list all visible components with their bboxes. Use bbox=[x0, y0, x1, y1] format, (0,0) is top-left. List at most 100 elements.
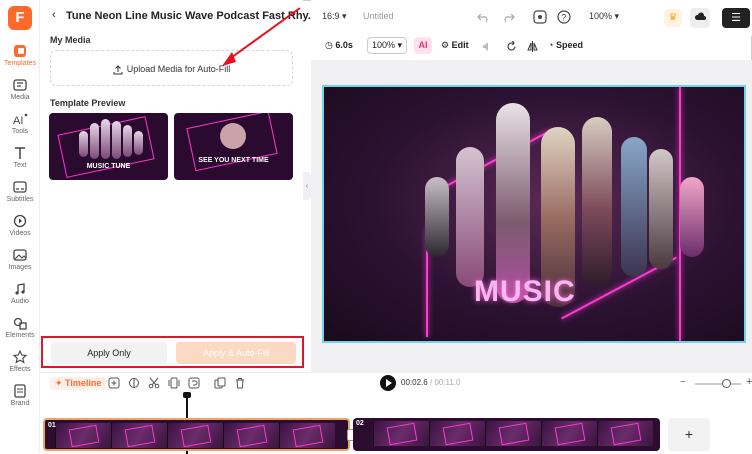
timeline-zoom-slider[interactable] bbox=[695, 383, 741, 385]
svg-text:?: ? bbox=[561, 13, 566, 23]
rail-item-text[interactable]: Text bbox=[0, 144, 40, 178]
aspect-ratio-select[interactable]: 16:9 ▾ bbox=[322, 11, 347, 22]
volume-icon[interactable] bbox=[482, 41, 493, 52]
rail-label: Templates bbox=[4, 60, 36, 67]
add-clip-button[interactable]: + bbox=[668, 418, 710, 451]
clip-frame bbox=[167, 423, 223, 448]
clip-frame bbox=[541, 421, 597, 446]
upload-label: Upload Media for Auto-Fill bbox=[126, 64, 231, 74]
crown-icon[interactable]: ♛ bbox=[664, 9, 682, 27]
clip-frame bbox=[429, 421, 485, 446]
screenshot-icon[interactable] bbox=[533, 10, 547, 24]
duration-value: 6.0s bbox=[335, 40, 353, 50]
rail-item-elements[interactable]: Elements bbox=[0, 314, 40, 348]
apply-only-button[interactable]: Apply Only bbox=[51, 342, 167, 364]
clip-frame bbox=[597, 421, 653, 446]
rail-label: Tools bbox=[11, 128, 29, 135]
rail-item-images[interactable]: Images bbox=[0, 246, 40, 280]
left-rail: F Templates Media AI Tools Text Subtitle… bbox=[0, 0, 40, 453]
zoom-in-icon[interactable]: + bbox=[746, 376, 752, 388]
replace-icon[interactable] bbox=[188, 377, 200, 389]
videos-icon bbox=[13, 214, 27, 228]
scale-select[interactable]: 100% ▾ bbox=[367, 37, 408, 54]
rail-item-subtitles[interactable]: Subtitles bbox=[0, 178, 40, 212]
apply-autofill-button[interactable]: Apply & Auto-Fill bbox=[176, 342, 296, 364]
media-icon bbox=[13, 79, 27, 91]
timeline-zoom-knob[interactable] bbox=[722, 379, 731, 388]
delete-icon[interactable] bbox=[234, 377, 246, 389]
thumb-bar bbox=[134, 131, 143, 155]
speed-label: Speed bbox=[555, 40, 583, 50]
rail-item-effects[interactable]: Effects bbox=[0, 348, 40, 382]
timeline-clip-2[interactable]: 02 bbox=[353, 418, 660, 451]
trim-icon[interactable] bbox=[168, 377, 180, 389]
cloud-icon[interactable] bbox=[690, 8, 710, 28]
thumb-bar bbox=[123, 125, 132, 157]
video-canvas[interactable]: MUSIC bbox=[322, 85, 746, 343]
timeline-label: Timeline bbox=[65, 378, 102, 388]
rail-label: Audio bbox=[11, 298, 29, 305]
duplicate-icon[interactable] bbox=[214, 377, 226, 389]
clip-number: 01 bbox=[48, 422, 56, 429]
flip-icon[interactable] bbox=[527, 41, 538, 52]
elements-icon bbox=[13, 317, 27, 330]
undo-icon[interactable] bbox=[477, 10, 491, 24]
split-icon[interactable] bbox=[128, 377, 140, 389]
preview-image bbox=[220, 123, 246, 149]
rail-label: Text bbox=[13, 162, 27, 169]
tools-icon: AI bbox=[13, 113, 28, 126]
rail-item-templates[interactable]: Templates bbox=[0, 42, 40, 76]
thumb-bar bbox=[101, 119, 110, 159]
redo-icon[interactable] bbox=[501, 10, 515, 24]
scissors-icon[interactable] bbox=[148, 377, 160, 389]
upload-icon bbox=[113, 64, 123, 75]
panel-title-wrap: Tune Neon Line Music Wave Podcast Fast R… bbox=[52, 10, 317, 22]
zoom-select[interactable]: 100% ▾ bbox=[589, 11, 619, 22]
ai-tools-button[interactable]: AI bbox=[414, 37, 432, 54]
time-display: 00:02.6 / 00:11.0 bbox=[401, 378, 460, 387]
rail-label: Effects bbox=[9, 366, 31, 373]
rail-item-media[interactable]: Media bbox=[0, 76, 40, 110]
preview-caption: SEE YOU NEXT TIME bbox=[198, 157, 269, 164]
canvas-image-bar bbox=[456, 147, 484, 287]
clip-number: 02 bbox=[356, 420, 364, 427]
panel-title: Tune Neon Line Music Wave Podcast Fast R… bbox=[66, 10, 318, 22]
brand-icon bbox=[14, 384, 26, 398]
rail-item-tools[interactable]: AI Tools bbox=[0, 110, 40, 144]
zoom-out-icon[interactable]: − bbox=[680, 377, 686, 388]
thumb-bar bbox=[112, 121, 121, 159]
canvas-image-bar bbox=[621, 137, 647, 277]
edit-button[interactable]: ⚙ Edit bbox=[441, 40, 469, 51]
clip-frame bbox=[223, 423, 279, 448]
rail-item-audio[interactable]: Audio bbox=[0, 280, 40, 314]
clip-frame bbox=[55, 423, 111, 448]
subtitles-icon bbox=[13, 181, 27, 193]
upload-media-button[interactable]: Upload Media for Auto-Fill bbox=[50, 50, 293, 86]
template-preview-2[interactable]: SEE YOU NEXT TIME bbox=[174, 113, 293, 180]
template-preview-heading: Template Preview bbox=[50, 98, 126, 108]
canvas-image-bar bbox=[496, 103, 530, 303]
collapse-panel-handle[interactable]: ‹ bbox=[303, 172, 311, 200]
duration-control[interactable]: ◷ 6.0s bbox=[325, 40, 353, 51]
rail-label: Videos bbox=[9, 230, 31, 237]
timeline-panel: ✦ Timeline 00:02.6 / 00:11.0 − + 01 02 + bbox=[40, 372, 752, 454]
timeline-clip-1[interactable]: 01 bbox=[43, 418, 350, 451]
rotate-icon[interactable] bbox=[506, 41, 517, 52]
template-preview-1[interactable]: MUSIC TUNE bbox=[49, 113, 168, 180]
play-button[interactable] bbox=[380, 375, 396, 391]
help-icon[interactable]: ? bbox=[557, 10, 571, 24]
speed-button[interactable]: ◔ Speed bbox=[548, 40, 583, 50]
document-title[interactable]: Untitled bbox=[363, 11, 394, 21]
rail-label: Brand bbox=[10, 400, 30, 407]
rail-item-brand[interactable]: Brand bbox=[0, 382, 40, 416]
menu-icon[interactable]: ☰ bbox=[722, 8, 750, 28]
rail-item-videos[interactable]: Videos bbox=[0, 212, 40, 246]
edit-label: Edit bbox=[451, 40, 469, 50]
add-track-icon[interactable] bbox=[108, 377, 120, 389]
timeline-tab[interactable]: ✦ Timeline bbox=[50, 377, 107, 390]
apply-buttons-highlight: Apply Only Apply & Auto-Fill bbox=[41, 336, 304, 368]
canvas-image-bar bbox=[425, 177, 449, 257]
app-logo[interactable]: F bbox=[8, 6, 32, 30]
preview-caption: MUSIC TUNE bbox=[86, 163, 131, 170]
canvas-music-text: MUSIC bbox=[474, 275, 576, 308]
